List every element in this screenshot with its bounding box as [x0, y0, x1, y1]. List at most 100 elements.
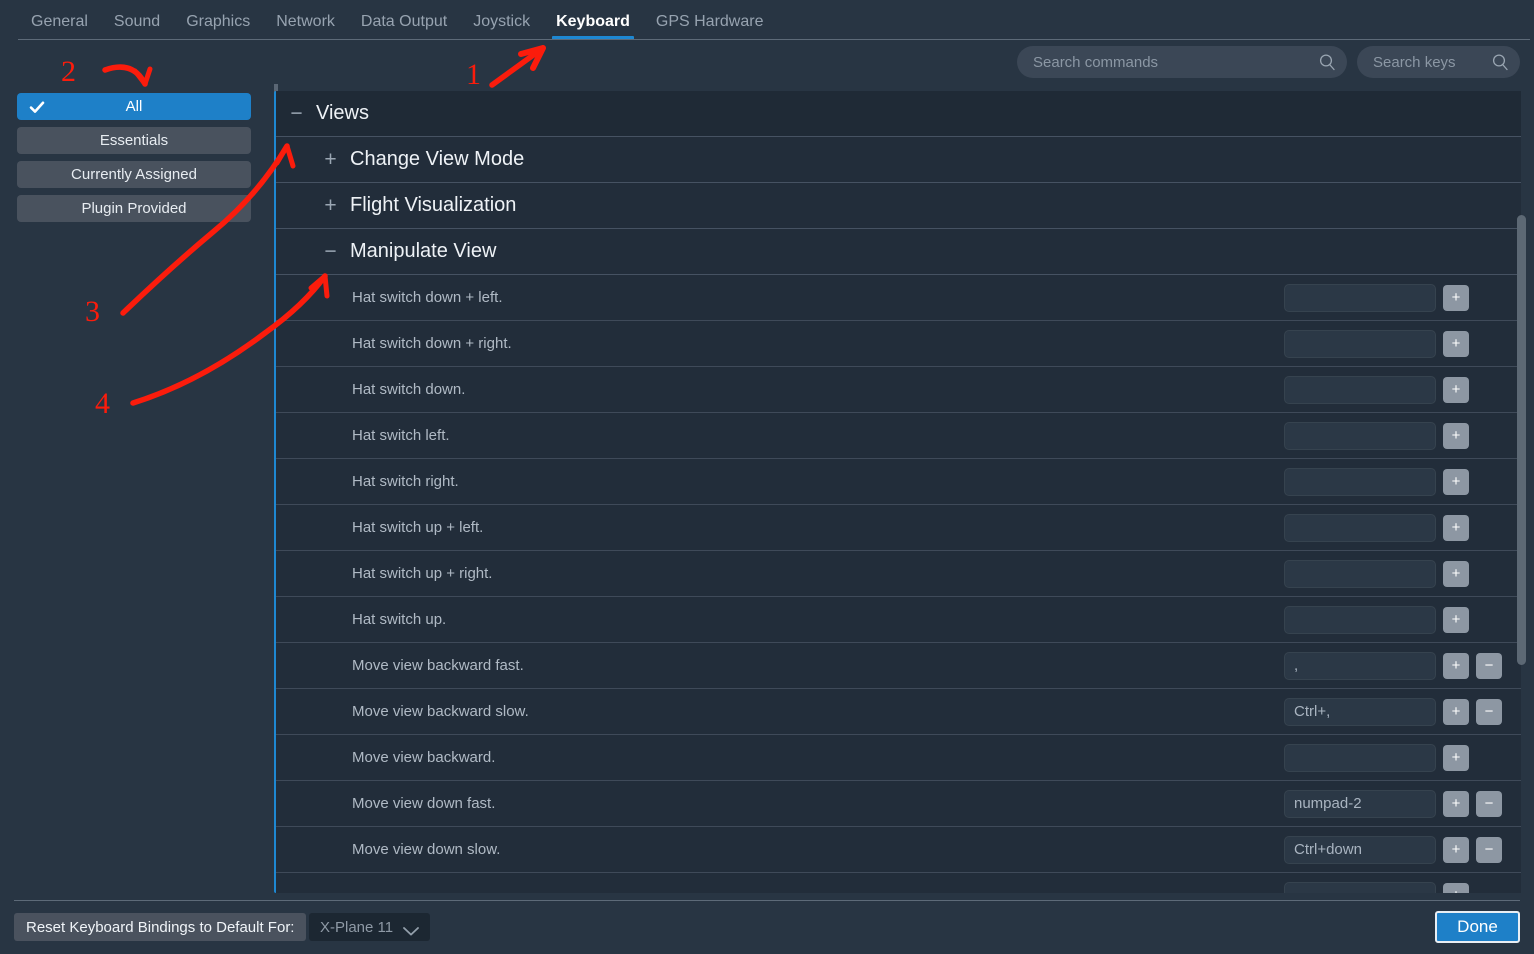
add-binding-button[interactable]: + [1443, 606, 1469, 633]
binding-controls: numpad-2 + − [1284, 789, 1502, 818]
vertical-scrollbar-thumb[interactable] [1517, 215, 1526, 665]
key-binding-field[interactable] [1284, 881, 1436, 893]
remove-binding-button[interactable]: − [1476, 698, 1502, 725]
filter-label: Currently Assigned [71, 166, 197, 183]
group-title: Views [316, 102, 369, 124]
search-commands-input[interactable] [1017, 53, 1347, 71]
command-row[interactable]: Move view down fast. numpad-2 + − [276, 781, 1521, 827]
key-binding-field[interactable]: Ctrl+, [1284, 697, 1436, 726]
command-label: Hat switch down + right. [352, 335, 512, 352]
add-binding-button[interactable]: + [1443, 422, 1469, 449]
aircraft-select[interactable]: X-Plane 11 [309, 913, 431, 941]
command-row[interactable]: Hat switch down + right. + [276, 321, 1521, 367]
commands-list: − Views + Change View Mode + Flight Visualiza… [276, 91, 1521, 893]
plus-icon[interactable]: + [322, 149, 339, 170]
add-binding-button[interactable]: + [1443, 744, 1469, 771]
command-row[interactable]: + [276, 873, 1521, 893]
binding-controls: + [1284, 881, 1502, 893]
command-row[interactable]: Hat switch up + left. + [276, 505, 1521, 551]
command-label: Hat switch right. [352, 473, 459, 490]
filter-essentials[interactable]: Essentials [17, 127, 251, 154]
command-row[interactable]: Move view down slow. Ctrl+down + − [276, 827, 1521, 873]
key-binding-field[interactable] [1284, 467, 1436, 496]
binding-controls: + [1284, 743, 1502, 772]
tab-general[interactable]: General [18, 13, 101, 40]
tab-graphics[interactable]: Graphics [173, 13, 263, 40]
command-label: Hat switch down + left. [352, 289, 503, 306]
tab-data-output[interactable]: Data Output [348, 13, 460, 40]
check-icon [29, 99, 45, 115]
search-keys-input[interactable] [1357, 53, 1534, 71]
key-binding-field[interactable]: , [1284, 651, 1436, 680]
command-row[interactable]: Hat switch right. + [276, 459, 1521, 505]
key-binding-field[interactable] [1284, 283, 1436, 312]
key-binding-field[interactable] [1284, 421, 1436, 450]
add-binding-button[interactable]: + [1443, 284, 1469, 311]
remove-binding-button[interactable]: − [1476, 790, 1502, 817]
tab-sound[interactable]: Sound [101, 13, 173, 40]
command-row[interactable]: Move view backward fast., + − [276, 643, 1521, 689]
binding-controls: Ctrl+down + − [1284, 835, 1502, 864]
group-title: Flight Visualization [350, 194, 517, 216]
command-row[interactable]: Move view backward slow. Ctrl+, + − [276, 689, 1521, 735]
group-header[interactable]: − Views [276, 91, 1521, 137]
group-header[interactable]: + Change View Mode [276, 137, 1521, 183]
filter-plugin-provided[interactable]: Plugin Provided [17, 195, 251, 222]
done-button[interactable]: Done [1435, 911, 1520, 943]
remove-binding-button[interactable]: − [1476, 652, 1502, 679]
binding-controls: + [1284, 283, 1502, 312]
add-binding-button[interactable]: + [1443, 698, 1469, 725]
add-binding-button[interactable]: + [1443, 468, 1469, 495]
command-row[interactable]: Hat switch down. + [276, 367, 1521, 413]
key-binding-field[interactable] [1284, 605, 1436, 634]
search-keys-box[interactable] [1357, 46, 1534, 78]
filter-currently-assigned[interactable]: Currently Assigned [17, 161, 251, 188]
command-label: Move view down fast. [352, 795, 496, 812]
add-binding-button[interactable]: + [1443, 652, 1469, 679]
tab-joystick[interactable]: Joystick [460, 13, 543, 40]
add-binding-button[interactable]: + [1443, 790, 1469, 817]
group-title: Change View Mode [350, 148, 525, 170]
add-binding-button[interactable]: + [1443, 330, 1469, 357]
add-binding-button[interactable]: + [1443, 376, 1469, 403]
reset-bindings-button[interactable]: Reset Keyboard Bindings to Default For: [14, 913, 307, 941]
aircraft-select-value: X-Plane 11 [320, 918, 394, 936]
filter-all[interactable]: All [17, 93, 251, 120]
preferences-window: General Sound Graphics Network Data Output Jo… [0, 0, 1534, 954]
filter-label: Plugin Provided [81, 200, 187, 217]
key-binding-field[interactable] [1284, 329, 1436, 358]
add-binding-button[interactable]: + [1443, 882, 1469, 893]
key-binding-field[interactable] [1284, 513, 1436, 542]
command-label: Move view down slow. [352, 841, 501, 858]
command-row[interactable]: Hat switch left. + [276, 413, 1521, 459]
search-bar [1017, 46, 1534, 78]
add-binding-button[interactable]: + [1443, 514, 1469, 541]
remove-binding-button[interactable]: − [1476, 836, 1502, 863]
add-binding-button[interactable]: + [1443, 836, 1469, 863]
command-label: Move view backward fast. [352, 657, 524, 674]
command-row[interactable]: Move view backward. + [276, 735, 1521, 781]
minus-icon[interactable]: − [322, 241, 339, 262]
annotation-number-3: 3 [85, 295, 100, 328]
command-row[interactable]: Hat switch up + right. + [276, 551, 1521, 597]
tab-gps-hardware[interactable]: GPS Hardware [643, 13, 777, 40]
key-binding-field[interactable] [1284, 559, 1436, 588]
key-binding-field[interactable]: Ctrl+down [1284, 835, 1436, 864]
group-header[interactable]: + Flight Visualization [276, 183, 1521, 229]
search-commands-box[interactable] [1017, 46, 1347, 78]
command-row[interactable]: Hat switch up. + [276, 597, 1521, 643]
chevron-down-icon [403, 923, 420, 935]
key-binding-field[interactable]: numpad-2 [1284, 789, 1436, 818]
add-binding-button[interactable]: + [1443, 560, 1469, 587]
command-row[interactable]: Hat switch down + left. + [276, 275, 1521, 321]
tab-keyboard[interactable]: Keyboard [543, 13, 643, 40]
key-binding-field[interactable] [1284, 375, 1436, 404]
binding-controls: + [1284, 467, 1502, 496]
annotation-number-1: 1 [466, 58, 481, 91]
tab-network[interactable]: Network [263, 13, 348, 40]
minus-icon[interactable]: − [288, 103, 305, 124]
plus-icon[interactable]: + [322, 195, 339, 216]
key-binding-field[interactable] [1284, 743, 1436, 772]
group-header[interactable]: − Manipulate View [276, 229, 1521, 275]
command-label: Hat switch up + left. [352, 519, 484, 536]
